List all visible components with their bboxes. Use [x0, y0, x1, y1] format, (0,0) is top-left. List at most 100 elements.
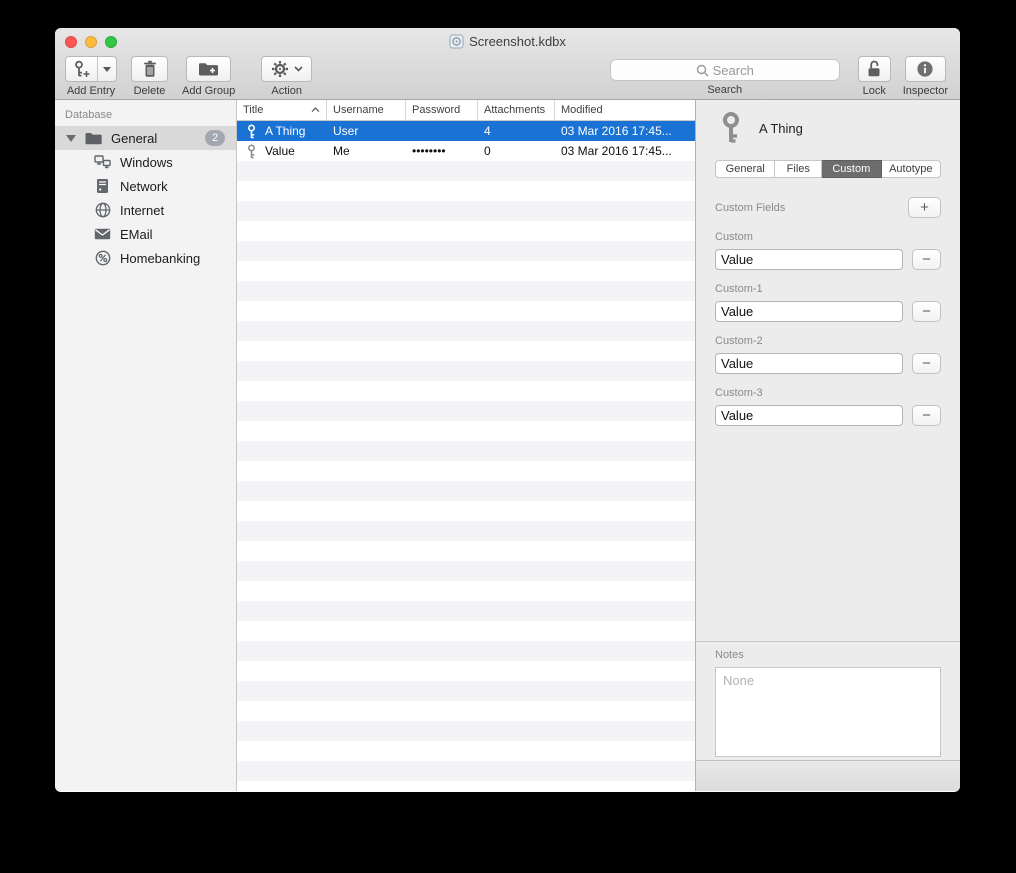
add-entry-label: Add Entry — [67, 85, 115, 97]
minimize-window-button[interactable] — [85, 36, 97, 48]
notes-section: Notes None — [696, 641, 960, 760]
sidebar-item-label: Network — [120, 179, 168, 194]
column-header-password[interactable]: Password — [406, 100, 478, 120]
sidebar-item-label: Homebanking — [120, 251, 200, 266]
custom-field-label: Custom-1 — [715, 283, 941, 295]
notes-label: Notes — [715, 649, 941, 661]
remove-custom-field-button[interactable]: − — [912, 405, 941, 426]
add-entry-button[interactable] — [65, 56, 117, 82]
sidebar-item-internet[interactable]: Internet — [55, 198, 236, 222]
key-icon — [246, 144, 257, 159]
custom-field-label: Custom-2 — [715, 335, 941, 347]
table-header: Title Username Password Attachments Modi… — [237, 100, 695, 121]
cell-username: User — [327, 124, 406, 138]
tab-autotype[interactable]: Autotype — [882, 160, 941, 178]
dropdown-arrow-icon — [103, 67, 111, 72]
table-row[interactable]: Value Me •••••••• 0 03 Mar 2016 17:45... — [237, 141, 695, 161]
trash-icon — [142, 60, 158, 78]
sidebar-item-label: Internet — [120, 203, 164, 218]
sidebar: Database General 2 Windows Network Inter… — [55, 100, 237, 791]
search-label: Search — [707, 84, 742, 96]
cell-title: Value — [265, 144, 295, 158]
entry-count-badge: 2 — [205, 130, 225, 146]
add-entry-dropdown[interactable] — [97, 57, 116, 81]
custom-field-label: Custom-3 — [715, 387, 941, 399]
tab-general[interactable]: General — [715, 160, 775, 178]
inspector-footer — [696, 760, 960, 791]
delete-button[interactable] — [131, 56, 168, 82]
custom-fields-list: Custom − Custom-1 − — [715, 231, 941, 426]
remove-custom-field-button[interactable]: − — [912, 353, 941, 374]
column-header-modified[interactable]: Modified — [555, 100, 695, 120]
tab-custom[interactable]: Custom — [822, 160, 881, 178]
app-window: Screenshot.kdbx Add Entry Delete — [55, 28, 960, 792]
zoom-window-button[interactable] — [105, 36, 117, 48]
window-title: Screenshot.kdbx — [469, 34, 566, 49]
sidebar-item-network[interactable]: Network — [55, 174, 236, 198]
sidebar-item-windows[interactable]: Windows — [55, 150, 236, 174]
sidebar-section-header: Database — [55, 100, 236, 126]
titlebar[interactable]: Screenshot.kdbx — [55, 28, 960, 54]
custom-field-group: Custom − — [715, 231, 941, 270]
custom-field-label: Custom — [715, 231, 941, 243]
column-header-title[interactable]: Title — [237, 100, 327, 120]
lock-label: Lock — [863, 85, 886, 97]
table-body: A Thing User 4 03 Mar 2016 17:45... Valu… — [237, 121, 695, 791]
homebanking-icon — [94, 250, 111, 266]
network-icon — [94, 178, 111, 194]
tab-files[interactable]: Files — [775, 160, 822, 178]
chevron-down-icon — [294, 66, 303, 72]
remove-custom-field-button[interactable]: − — [912, 301, 941, 322]
plus-icon: + — [920, 200, 929, 215]
folder-plus-icon — [198, 61, 219, 77]
cell-attachments: 0 — [478, 144, 555, 158]
sidebar-group-general[interactable]: General 2 — [55, 126, 236, 150]
document-proxy-icon — [449, 34, 464, 49]
delete-label: Delete — [134, 85, 166, 97]
internet-globe-icon — [94, 202, 111, 218]
minus-icon: − — [922, 252, 931, 267]
sidebar-item-label: EMail — [120, 227, 153, 242]
minus-icon: − — [922, 408, 931, 423]
add-group-label: Add Group — [182, 85, 235, 97]
cell-title: A Thing — [265, 124, 305, 138]
add-group-button[interactable] — [186, 56, 231, 82]
action-label: Action — [271, 85, 302, 97]
column-header-attachments[interactable]: Attachments — [478, 100, 555, 120]
close-window-button[interactable] — [65, 36, 77, 48]
notes-textarea[interactable]: None — [715, 667, 941, 757]
notes-placeholder: None — [723, 673, 754, 688]
search-placeholder: Search — [713, 63, 754, 78]
window-chrome: Screenshot.kdbx Add Entry Delete — [55, 28, 960, 100]
windows-icon — [94, 155, 111, 169]
sidebar-item-email[interactable]: EMail — [55, 222, 236, 246]
inspector-entry-title: A Thing — [759, 121, 803, 136]
table-row[interactable]: A Thing User 4 03 Mar 2016 17:45... — [237, 121, 695, 141]
lock-open-icon — [866, 60, 882, 78]
cell-modified: 03 Mar 2016 17:45... — [555, 124, 695, 138]
lock-button[interactable] — [858, 56, 891, 82]
minus-icon: − — [922, 304, 931, 319]
custom-field-value-input[interactable] — [715, 353, 903, 374]
entry-table: Title Username Password Attachments Modi… — [237, 100, 695, 791]
email-icon — [94, 228, 111, 240]
custom-field-value-input[interactable] — [715, 249, 903, 270]
minus-icon: − — [922, 356, 931, 371]
custom-field-value-input[interactable] — [715, 405, 903, 426]
remove-custom-field-button[interactable]: − — [912, 249, 941, 270]
inspector-panel: A Thing General Files Custom Autotype Cu… — [695, 100, 960, 791]
sidebar-group-label: General — [111, 131, 157, 146]
add-custom-field-button[interactable]: + — [908, 197, 941, 218]
cell-username: Me — [327, 144, 406, 158]
custom-field-value-input[interactable] — [715, 301, 903, 322]
action-button[interactable] — [261, 56, 312, 82]
search-input[interactable]: Search — [610, 59, 840, 81]
inspector-button[interactable] — [905, 56, 946, 82]
sidebar-item-homebanking[interactable]: Homebanking — [55, 246, 236, 270]
sort-ascending-icon — [311, 107, 320, 113]
gear-icon — [271, 60, 289, 78]
search-icon — [696, 64, 709, 77]
column-header-username[interactable]: Username — [327, 100, 406, 120]
disclosure-triangle-icon[interactable] — [66, 135, 76, 142]
key-plus-icon[interactable] — [66, 57, 97, 81]
